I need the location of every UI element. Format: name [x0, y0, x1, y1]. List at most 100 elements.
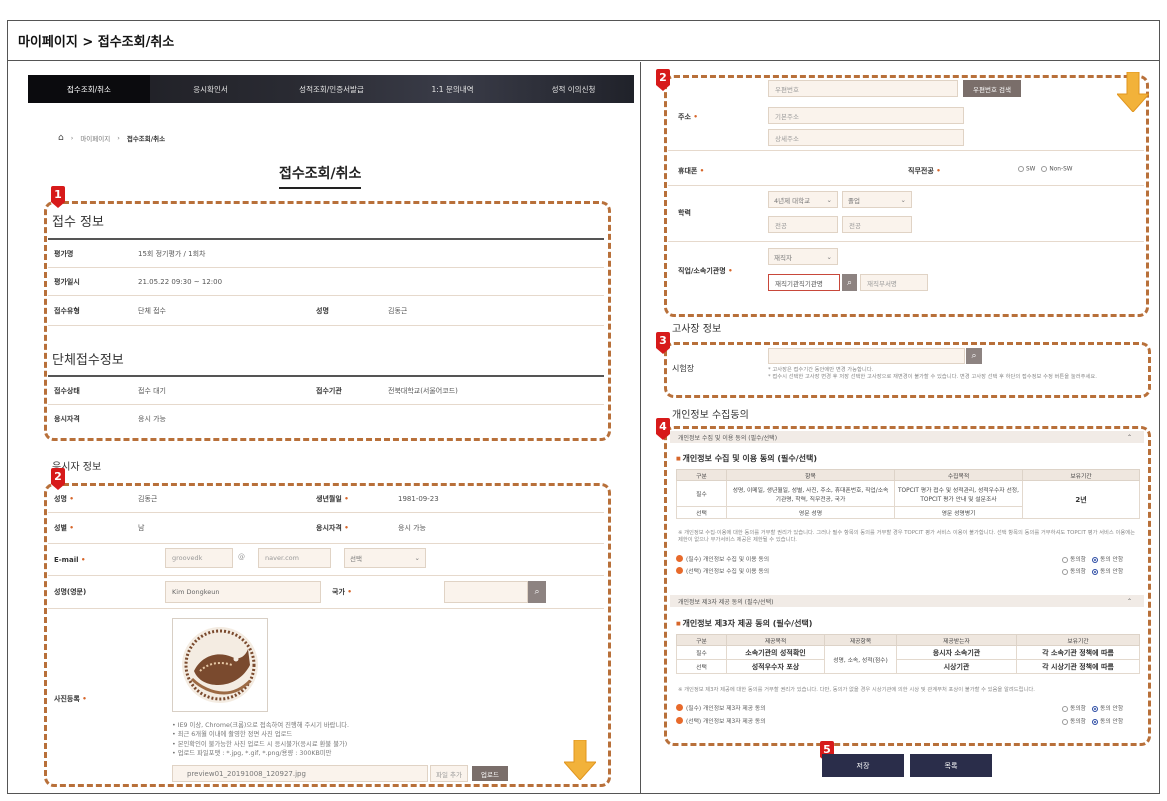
org-name-input[interactable]: 재직기관직기관명 [768, 274, 840, 291]
radio-sw[interactable]: SW [1018, 166, 1035, 173]
radio-disagree[interactable]: 동의 안함 [1092, 566, 1123, 575]
row-exam-date: 평가일시 21.05.22 09:30 ~ 12:00 [48, 268, 604, 296]
name-label: 성명 [316, 306, 329, 315]
nonsw-label: Non-SW [1049, 166, 1073, 173]
consent-title: 개인정보 수집동의 [672, 410, 749, 421]
consent-accordion-1[interactable]: 개인정보 수집 및 이용 동의 (필수/선택) ⌃ [670, 431, 1144, 443]
consent-table-2: 구분 제공목적 제공항목 제공받는자 보유기간 필수 소속기관의 성적확인 성명… [676, 634, 1140, 674]
exam-site-title: 고사장 정보 [672, 324, 722, 335]
divider [668, 241, 1144, 242]
work-label: 직업/소속기관명 [678, 267, 726, 275]
radio-agree[interactable]: 동의함 [1062, 716, 1086, 725]
consent-item-1: (필수) 개인정보 수집 및 이용 동의 [676, 554, 769, 563]
agree-label: 동의함 [1070, 719, 1086, 725]
row-applicant-name: 성명 • 김동근 생년월일 • 1981-09-23 [48, 486, 604, 513]
nav-tab-certificate[interactable]: 응시확인서 [150, 75, 271, 103]
email-domain-input[interactable]: naver.com [258, 548, 331, 568]
type-label: 접수유형 [54, 306, 80, 315]
consent-dot-icon [676, 704, 683, 711]
gender-value: 남 [138, 524, 145, 532]
birth-value: 1981-09-23 [398, 495, 439, 503]
chevron-down-icon: ⌄ [414, 554, 420, 562]
photo-artwork-icon [182, 627, 258, 703]
exam-site-input[interactable] [768, 348, 965, 364]
zip-search-button[interactable]: 우편번호 검색 [963, 80, 1021, 97]
exam-date-value: 21.05.22 09:30 ~ 12:00 [138, 277, 223, 286]
edu-status-select[interactable]: 졸업 ⌄ [842, 191, 912, 208]
table-cell: 선택 [676, 659, 727, 674]
breadcrumb-level2: 접수조회/취소 [126, 135, 166, 143]
photo-note: • 업로드 파일포맷 : *.jpg, *.gif, *.png/용량 : 30… [172, 750, 332, 758]
email-select-value: 선택 [350, 555, 362, 563]
exam-date-label: 평가일시 [54, 277, 80, 286]
eng-name-label: 성명(영문) [54, 588, 87, 596]
table-cell: 시상기관 [896, 659, 1017, 674]
birth-label: 생년월일 [316, 495, 342, 503]
consent-accordion-2[interactable]: 개인정보 제3자 제공 동의 (필수/선택) ⌃ [670, 595, 1144, 607]
address2-input[interactable]: 상세주소 [768, 129, 964, 146]
radio-disagree[interactable]: 동의 안함 [1092, 554, 1123, 563]
mobile-label: 휴대폰 [678, 167, 698, 175]
major-input-1[interactable]: 전공 [768, 216, 838, 233]
edu-school-select[interactable]: 4년제 대학교 ⌄ [768, 191, 838, 208]
zip-input[interactable]: 우편번호 [768, 80, 958, 97]
table-header: 제공목적 [726, 634, 825, 646]
scroll-up-arrow-icon [1117, 72, 1149, 112]
radio-nonsw[interactable]: Non-SW [1041, 166, 1072, 173]
table-header: 보유기간 [1016, 634, 1140, 646]
email-label: E-mail [54, 555, 79, 564]
row-gender: 성별 • 남 응시자격 • 응시 가능 [48, 513, 604, 544]
list-button[interactable]: 목록 [910, 754, 992, 777]
work-select[interactable]: 재직자 ⌄ [768, 248, 838, 265]
consent-item-1-label: (필수) 개인정보 수집 및 이용 동의 [686, 557, 770, 563]
home-icon[interactable]: ⌂ [58, 133, 64, 143]
type-value: 단체 접수 [138, 306, 166, 315]
save-button[interactable]: 저장 [822, 754, 904, 777]
radio-agree[interactable]: 동의함 [1062, 566, 1086, 575]
address1-input[interactable]: 기본주소 [768, 107, 964, 124]
org-search-button[interactable]: ⌕ [842, 274, 857, 291]
table-row: 필수 소속기관의 성적확인 성명, 소속, 성적(점수) 응시자 소속기관 각 … [676, 645, 1140, 674]
consent-dot-icon [676, 717, 683, 724]
status-label: 접수상태 [54, 386, 80, 395]
dept-input[interactable]: 재직부서명 [860, 274, 928, 291]
consent-subtitle-1: 개인정보 수집 및 이용 동의 (필수/선택) [676, 453, 817, 464]
file-add-button[interactable]: 파일 추가 [430, 765, 468, 782]
major-input-2[interactable]: 전공 [842, 216, 912, 233]
consent-dot-icon [676, 555, 683, 562]
chevron-down-icon: ⌄ [826, 195, 832, 204]
radio-agree[interactable]: 동의함 [1062, 554, 1086, 563]
nav-tab-reception[interactable]: 접수조회/취소 [28, 75, 150, 103]
table-cell: 영문 성명병기 [894, 506, 1023, 519]
radio-agree[interactable]: 동의함 [1062, 703, 1086, 712]
edu-school-value: 4년제 대학교 [774, 196, 811, 205]
upload-button[interactable]: 업로드 [472, 766, 508, 781]
edu-status-value: 졸업 [848, 196, 860, 205]
nav-tab-inquiry[interactable]: 1:1 문의내역 [392, 75, 513, 103]
table-header: 제공항목 [824, 634, 897, 646]
country-search-button[interactable]: ⌕ [528, 581, 546, 603]
breadcrumb-level1[interactable]: 마이페이지 [80, 133, 110, 143]
email-id-input[interactable]: groovedk [165, 548, 233, 568]
org-label: 접수기관 [316, 386, 342, 395]
radio-disagree[interactable]: 동의 안함 [1092, 703, 1123, 712]
table-cell: 각 소속기관 정책에 따름 [1016, 645, 1140, 660]
photo-label: 사진등록 [54, 695, 80, 703]
table-header: 제공받는자 [896, 634, 1017, 646]
email-domain-select[interactable]: 선택 ⌄ [344, 548, 426, 568]
exam-name-value: 15회 정기평가 / 1회차 [138, 249, 206, 258]
consent-radio-1: 동의함 동의 안함 [1062, 554, 1123, 563]
annotation-badge-2: 2 [51, 468, 65, 490]
exam-site-note: * 접수시 선택한 고사장 변경 후 저장 선택한 고사장으로 재변경이 불가할… [768, 374, 1097, 381]
job-radio-group: SW Non-SW [1018, 166, 1072, 173]
file-name-field: preview01_20191008_120927.jpg [172, 765, 428, 782]
radio-disagree[interactable]: 동의 안함 [1092, 716, 1123, 725]
nav-tab-appeal[interactable]: 성적 이의신청 [513, 75, 634, 103]
exam-site-search-button[interactable]: ⌕ [966, 348, 982, 364]
nav-tab-score[interactable]: 성적조회/인증서발급 [271, 75, 392, 103]
country-input[interactable] [444, 581, 528, 603]
disagree-label: 동의 안함 [1100, 569, 1124, 575]
table-cell: 각 시상기관 정책에 따름 [1016, 659, 1140, 674]
table-cell: 영문 성명 [726, 506, 895, 519]
eng-name-input[interactable]: Kim Dongkeun [165, 581, 321, 603]
